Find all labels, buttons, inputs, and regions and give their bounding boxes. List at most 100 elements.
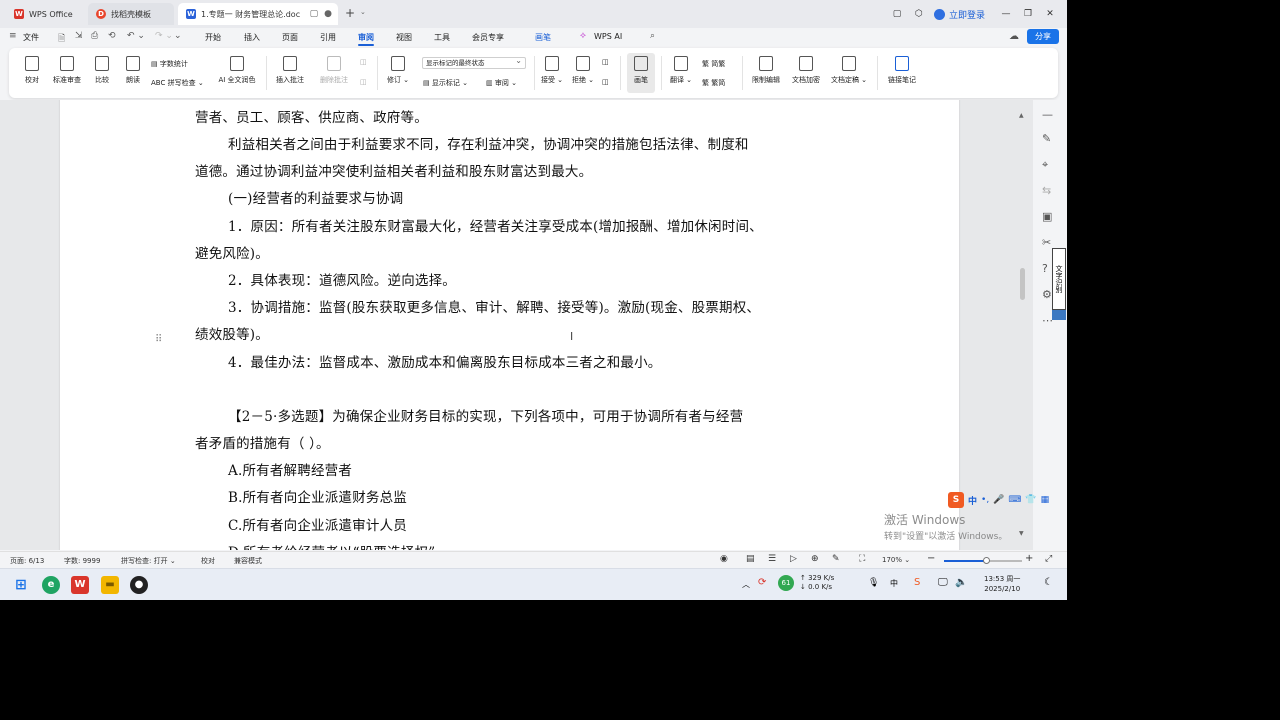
menu-file[interactable]: 文件 [23, 32, 39, 43]
fit-page-icon[interactable]: ⛶ [859, 554, 865, 564]
spell-check-status[interactable]: 拼写检查: 打开 ⌄ [121, 556, 176, 566]
menu-tools[interactable]: 工具 [434, 32, 450, 43]
mic-tray-icon[interactable]: 🎙 [868, 578, 879, 588]
sogou-icon[interactable]: S [948, 492, 964, 508]
ime-mode[interactable]: 中 [968, 494, 977, 507]
markup-state-select[interactable]: 显示标记的最终状态 [422, 56, 526, 69]
keyboard-icon[interactable]: ⌨ [1008, 495, 1021, 505]
doc-encrypt-button[interactable]: 文档加密 [789, 56, 823, 85]
pen-button[interactable]: 画笔 [627, 53, 655, 93]
cloud-sync-icon[interactable]: ☁ [1009, 31, 1019, 42]
zoom-in-icon[interactable]: + [1025, 553, 1033, 564]
menu-insert[interactable]: 插入 [244, 32, 260, 43]
scroll-thumb[interactable] [1020, 268, 1025, 300]
help-icon[interactable]: ? [1042, 262, 1048, 275]
skin-icon[interactable]: 👕 [1025, 495, 1036, 505]
notification-icon[interactable]: ☾ [1044, 577, 1053, 588]
zoom-knob[interactable] [983, 557, 991, 564]
floating-ocr-tool[interactable]: 文字识别 [1052, 248, 1066, 310]
share-tool-icon[interactable]: ⚙ [1042, 288, 1052, 301]
hamburger-icon[interactable]: ≡ [9, 31, 17, 41]
eye-icon[interactable]: ◉ [720, 554, 728, 564]
network-icon[interactable]: 🖵 [938, 577, 948, 588]
tab-wps-office[interactable]: W WPS Office [6, 3, 84, 25]
close-icon[interactable]: ✕ [1039, 9, 1061, 19]
start-icon[interactable]: ⊞ [12, 576, 30, 594]
tab-docer-templates[interactable]: D 找稻壳模板 [88, 3, 174, 25]
undo-icon[interactable]: ↶ ⌄ [127, 31, 145, 41]
tab-current-document[interactable]: W 1.专题一 财务管理总论.doc ▢ ● [178, 3, 338, 25]
menu-review[interactable]: 审阅 [358, 32, 374, 46]
proof-status[interactable]: 校对 [201, 556, 215, 566]
ai-polish-button[interactable]: AI 全文润色 [214, 56, 260, 85]
link-note-button[interactable]: 链接笔记 [885, 56, 919, 85]
zoom-slider[interactable] [944, 557, 1022, 564]
punctuation-icon[interactable]: •, [981, 495, 989, 505]
menu-view[interactable]: 视图 [396, 32, 412, 43]
minimize-icon[interactable]: — [995, 9, 1017, 19]
trad-to-simp-button[interactable]: 繁 繁简 [702, 78, 725, 88]
sogou-tray-icon[interactable]: S [914, 577, 920, 588]
tray-app-icon[interactable]: ⟳ [758, 577, 766, 588]
page-indicator[interactable]: 页面: 6/13 [10, 556, 44, 566]
insert-comment-button[interactable]: 插入批注 [273, 56, 307, 85]
word-count[interactable]: 字数: 9999 [64, 556, 100, 566]
scroll-up-icon[interactable]: ▲ [1019, 112, 1024, 119]
drag-handle-icon[interactable]: ⠿ [155, 334, 162, 345]
window-layout-icon[interactable]: ▢ [886, 9, 908, 19]
vertical-scrollbar[interactable]: ▲ ▼ [1016, 100, 1030, 550]
prev-comment-icon[interactable]: ◫ [360, 58, 367, 66]
standard-review-button[interactable]: 标准审查 [50, 56, 84, 85]
menu-pen[interactable]: 画笔 [535, 32, 551, 43]
menu-member[interactable]: 会员专享 [472, 32, 504, 43]
simp-to-trad-button[interactable]: 繁 简繁 [702, 59, 725, 69]
zoom-out-icon[interactable]: − [927, 553, 935, 564]
prev-change-icon[interactable]: ◫ [602, 58, 609, 66]
zoom-value[interactable]: 170% ⌄ [882, 556, 910, 564]
new-tab-plus-icon[interactable]: + [345, 6, 355, 20]
share-button[interactable]: 分享 [1027, 29, 1059, 44]
login-button[interactable]: 立即登录 [933, 8, 985, 21]
browser-icon[interactable]: e [42, 576, 60, 594]
read-aloud-button[interactable]: 朗读 [122, 56, 144, 85]
outline-view-icon[interactable]: ☰ [768, 554, 776, 564]
image-tool-icon[interactable]: ▣ [1042, 210, 1052, 223]
save-icon[interactable]: 🗎 [58, 31, 65, 47]
microphone-icon[interactable]: 🎤 [993, 495, 1004, 505]
word-count-button[interactable]: ▤ 字数统计 [151, 59, 188, 69]
spell-check-button[interactable]: ABC 拼写检查 ⌄ [151, 78, 204, 88]
chevron-down-icon[interactable]: ⌄ [360, 8, 366, 16]
export-icon[interactable]: ⇲ [75, 31, 83, 41]
document-area[interactable]: 营者、员工、顾客、供应商、政府等。 利益相关者之间由于利益要求不同，存在利益冲突… [0, 100, 1033, 550]
fullscreen-icon[interactable]: ⤢ [1045, 554, 1052, 564]
revise-button[interactable]: 修订 ⌄ [385, 56, 411, 85]
collapse-icon[interactable]: — [1042, 108, 1053, 121]
tools-icon[interactable]: ✂ [1042, 236, 1051, 249]
redo-icon[interactable]: ↷ ⌄ [155, 31, 173, 41]
show-markup-button[interactable]: ▤ 显示标记 ⌄ [423, 78, 468, 88]
scroll-down-icon[interactable]: ▼ [1019, 530, 1024, 537]
clock[interactable]: 13:53 周一 2025/2/10 [984, 574, 1020, 594]
file-explorer-icon[interactable]: ▬ [101, 576, 119, 594]
select-tool-icon[interactable]: ⌖ [1042, 158, 1048, 172]
document-page[interactable]: 营者、员工、顾客、供应商、政府等。 利益相关者之间由于利益要求不同，存在利益冲突… [60, 100, 959, 550]
play-icon[interactable]: ▷ [790, 554, 797, 564]
restrict-edit-button[interactable]: 限制编辑 [749, 56, 783, 85]
wps-taskbar-icon[interactable]: W [71, 576, 89, 594]
wps-ai-icon[interactable]: ⟡ [580, 31, 586, 41]
cube-icon[interactable]: ⬡ [908, 9, 930, 19]
next-change-icon[interactable]: ◫ [602, 78, 609, 86]
tray-chevron-icon[interactable]: ︿ [742, 579, 750, 590]
accept-button[interactable]: 接受 ⌄ [539, 56, 565, 85]
tab-unsaved-dot-icon[interactable]: ● [324, 9, 332, 19]
review-pane-button[interactable]: ▥ 审阅 ⌄ [486, 78, 517, 88]
menu-page[interactable]: 页面 [282, 32, 298, 43]
ime-tray[interactable]: 中 [890, 578, 898, 589]
web-view-icon[interactable]: ⊕ [811, 554, 819, 564]
menu-home[interactable]: 开始 [205, 32, 221, 43]
network-badge[interactable]: 61 [778, 575, 794, 591]
search-icon[interactable]: ⌕ [650, 31, 655, 41]
pen-tool-icon[interactable]: ✎ [1042, 132, 1051, 145]
menu-references[interactable]: 引用 [320, 32, 336, 43]
format-painter-icon[interactable]: ⟲ [108, 31, 116, 41]
